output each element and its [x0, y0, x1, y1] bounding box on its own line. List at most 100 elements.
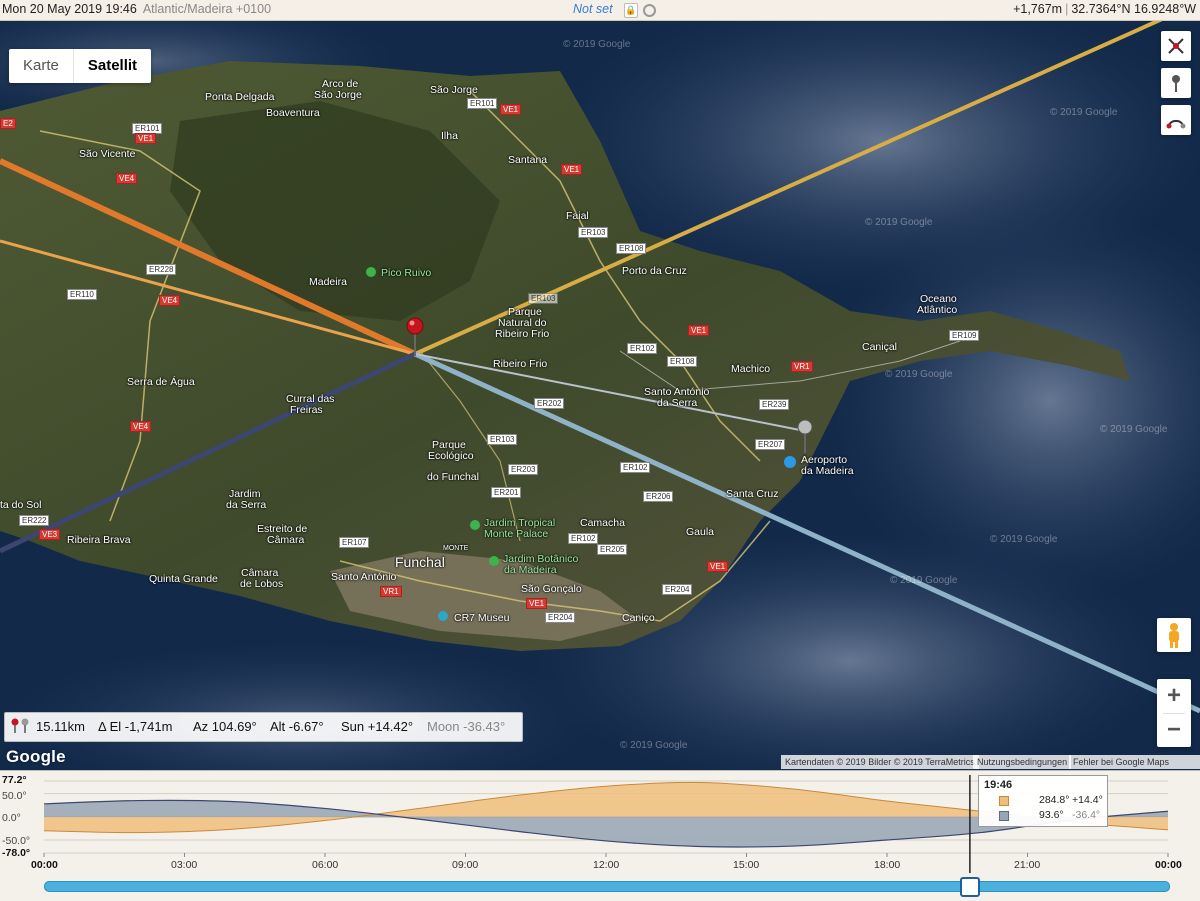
place-label: da Serra	[657, 397, 698, 409]
garden-icon	[470, 520, 480, 530]
x-label-5: 15:00	[733, 859, 760, 871]
pegman-icon	[1169, 623, 1179, 648]
road-shield: ER204	[662, 584, 693, 595]
circle-icon[interactable]	[643, 4, 656, 17]
y-lower-label: -50.0°	[2, 835, 31, 847]
elevation-chart[interactable]: 77.2° 50.0° 0.0° -50.0° -78.0° 00:00 03:…	[0, 770, 1200, 901]
place-label: de Lobos	[240, 578, 284, 590]
map-data-attribution[interactable]: Kartendaten © 2019 Bilder © 2019 TerraMe…	[781, 755, 979, 769]
airport-icon	[784, 456, 796, 468]
satellite-imagery	[0, 21, 1200, 770]
map-type-satellite-button[interactable]: Satellit	[72, 49, 151, 83]
road-shield: VE4	[116, 173, 138, 184]
road-shield: VE1	[500, 104, 522, 115]
time-slider-thumb[interactable]	[959, 877, 980, 897]
road-shield: ER108	[667, 356, 698, 367]
datetime[interactable]: Mon 20 May 2019 19:46 Atlantic/Madeira +0…	[2, 2, 271, 16]
place-label: da Madeira	[504, 564, 557, 576]
place-label: Camacha	[580, 517, 625, 529]
fullscreen-button[interactable]	[1161, 31, 1191, 61]
place-label: Ribeiro Frio	[495, 328, 550, 340]
place-label: CR7 Museu	[454, 612, 510, 624]
road-shield: ER102	[620, 462, 651, 473]
place-label: ta do Sol	[0, 499, 42, 511]
measurement-bar: 15.11km Δ El -1,741m Az 104.69° Alt -6.6…	[4, 712, 523, 742]
y-zero-label: 0.0°	[2, 812, 21, 824]
x-label-2: 06:00	[312, 859, 339, 871]
y-min-label: -78.0°	[2, 847, 31, 859]
pin-button[interactable]	[1161, 68, 1191, 98]
road-shield: VE1	[707, 561, 729, 572]
x-label-8: 00:00	[1155, 859, 1182, 871]
watermark: © 2019 Google	[865, 217, 933, 228]
place-label: Funchal	[395, 554, 445, 570]
tooltip-time: 19:46	[984, 779, 1013, 791]
zoom-out-button[interactable]: −	[1157, 713, 1191, 747]
street-view-button[interactable]	[1157, 618, 1191, 652]
map-view[interactable]: © 2019 Google © 2019 Google © 2019 Googl…	[0, 21, 1200, 770]
road-shield: ER201	[491, 487, 522, 498]
place-label: Pico Ruivo	[381, 267, 432, 279]
road-shield: ER107	[339, 537, 370, 548]
place-label: do Funchal	[427, 471, 479, 483]
road-shield: ER102	[568, 533, 599, 544]
road-shield: ER102	[627, 343, 658, 354]
crosshair-icon	[1168, 38, 1184, 54]
place-label: Caniçal	[862, 341, 898, 353]
rotate-button[interactable]	[1161, 105, 1191, 135]
elevation: +1,767m	[1013, 2, 1063, 16]
place-label: Santa Cruz	[726, 488, 779, 500]
lock-icon[interactable]: 🔒	[624, 3, 638, 18]
map-type-control: Karte Satellit	[9, 49, 152, 83]
place-label: da Madeira	[801, 465, 854, 477]
place-label: MONTE	[443, 545, 469, 552]
road-shield: VE4	[130, 421, 152, 432]
road-shield: VE3	[39, 529, 61, 540]
time-slider-track[interactable]	[44, 881, 1170, 892]
tooltip-sun-azimuth: 284.8°	[1039, 794, 1070, 806]
watermark: © 2019 Google	[990, 534, 1058, 545]
place-label: Quinta Grande	[149, 573, 218, 585]
place-label: Gaula	[686, 526, 715, 538]
place-label: Boaventura	[266, 107, 320, 119]
road-shield: VE1	[526, 598, 548, 609]
x-label-1: 03:00	[171, 859, 198, 871]
road-shield: VE4	[159, 295, 181, 306]
road-shield: ER206	[643, 491, 674, 502]
status-bar: Mon 20 May 2019 19:46 Atlantic/Madeira +0…	[0, 0, 1200, 21]
road-shield: ER103	[528, 293, 559, 304]
place-label: Atlântico	[917, 304, 958, 316]
distance-value: 15.11km	[36, 719, 85, 734]
google-logo: Google	[6, 747, 66, 766]
map-type-map-button[interactable]: Karte	[9, 49, 73, 83]
garden-icon-2	[489, 556, 499, 566]
zoom-control: + −	[1157, 679, 1191, 747]
place-label: Santo António	[331, 571, 397, 583]
y-max-label: 77.2°	[2, 774, 27, 786]
place-label: Santana	[508, 154, 548, 166]
rotate-icon	[1166, 119, 1186, 129]
x-label-4: 12:00	[593, 859, 620, 871]
report-error-link[interactable]: Fehler bei Google Maps melden	[1069, 755, 1200, 769]
watermark: © 2019 Google	[1050, 107, 1118, 118]
y-upper-label: 50.0°	[2, 790, 27, 802]
museum-icon	[438, 611, 448, 621]
location-status[interactable]: Not set	[573, 2, 613, 16]
place-label: Ponta Delgada	[205, 91, 275, 103]
watermark: © 2019 Google	[563, 39, 631, 50]
place-label: Ecológico	[428, 450, 474, 462]
x-label-0: 00:00	[31, 859, 58, 871]
road-shield: ER204	[545, 612, 576, 623]
x-label-6: 18:00	[874, 859, 901, 871]
place-label: São Jorge	[430, 84, 478, 96]
road-shield: VR1	[380, 586, 402, 597]
place-label: Caniço	[622, 612, 655, 624]
cursor-tooltip: 19:46 284.8° +14.4° 93.6° -36.4°	[978, 775, 1108, 827]
terms-link[interactable]: Nutzungsbedingungen	[973, 755, 1072, 769]
road-shield: ER202	[534, 398, 565, 409]
road-shield: ER207	[755, 439, 786, 450]
altitude-value: Alt -6.67°	[270, 719, 324, 734]
zoom-in-button[interactable]: +	[1157, 679, 1191, 713]
road-shield: ER103	[487, 434, 518, 445]
position-readout: +1,767m | 32.7364°N 16.9248°W	[1013, 2, 1196, 16]
